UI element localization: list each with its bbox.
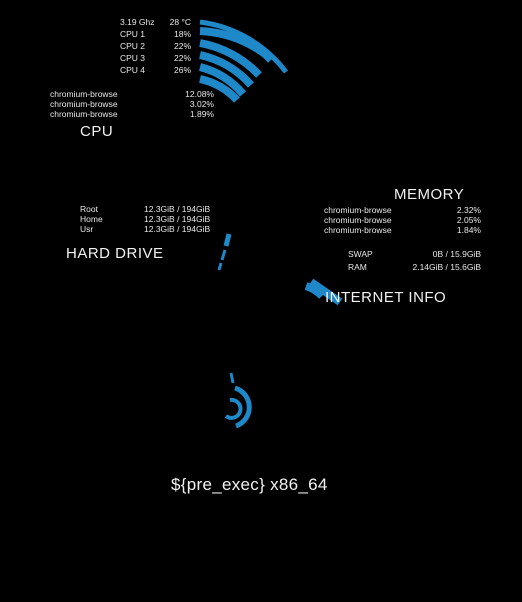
- mount-value: 12.3GiB / 194GiB: [144, 224, 211, 234]
- cpu-temp: 28 °C: [169, 17, 191, 27]
- cpu-core-label: CPU 2: [120, 41, 146, 51]
- cpu-core-value: 26%: [173, 65, 191, 75]
- cpu-core-value: 22%: [173, 41, 191, 51]
- mount-label: Usr: [80, 224, 94, 234]
- cpu-process-name: chromium-browse: [50, 109, 118, 119]
- hdd-arc-3: [217, 262, 223, 271]
- hard-drive-title: HARD DRIVE: [66, 245, 164, 262]
- cpu-title: CPU: [80, 123, 114, 140]
- cpu-core-label: CPU 1: [120, 29, 146, 39]
- hdd-arc-2: [220, 249, 227, 261]
- cpu-core-value: 22%: [173, 53, 191, 63]
- internet-info-title: INTERNET INFO: [325, 289, 447, 306]
- hdd-arc-1: [223, 233, 232, 247]
- swap-label: SWAP: [348, 249, 373, 259]
- bottom-arc-inner: [224, 397, 243, 420]
- cpu-process-value: 1.89%: [189, 109, 214, 119]
- bottom-arc-tick: [229, 372, 235, 384]
- ram-value: 2.14GiB / 15.6GiB: [412, 262, 481, 272]
- memory-process-value: 1.84%: [456, 225, 481, 235]
- memory-process-name: chromium-browse: [324, 225, 392, 235]
- cpu-core-label: CPU 4: [120, 65, 146, 75]
- swap-value: 0B / 15.9GiB: [432, 249, 481, 259]
- ram-label: RAM: [348, 262, 367, 272]
- memory-title: MEMORY: [394, 186, 465, 203]
- pre-exec-footer: ${pre_exec} x86_64: [171, 475, 328, 494]
- cpu-core-label: CPU 3: [120, 53, 146, 63]
- cpu-core-value: 18%: [173, 29, 191, 39]
